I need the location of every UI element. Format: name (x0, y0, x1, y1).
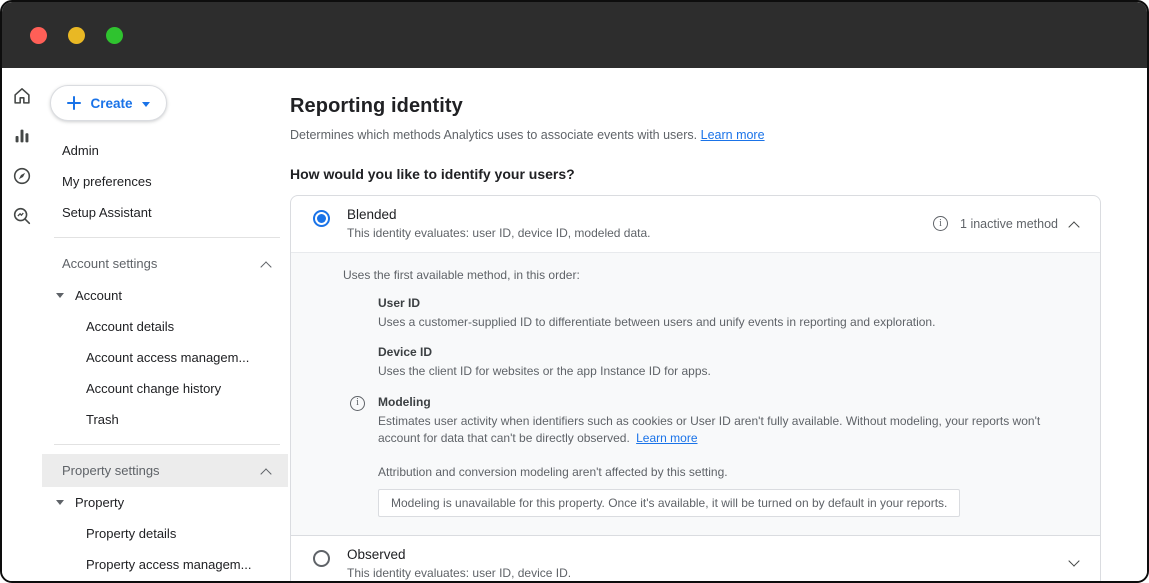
nav-rail (2, 68, 42, 583)
create-button-label: Create (90, 96, 132, 111)
section-header-property-settings[interactable]: Property settings (42, 454, 288, 487)
option-blended[interactable]: Blended This identity evaluates: user ID… (291, 196, 1100, 252)
app-window: Create Admin My preferences Setup Assist… (0, 0, 1149, 583)
reports-icon[interactable] (10, 124, 34, 148)
collapse-chevron-up-icon[interactable] (1068, 221, 1079, 232)
blended-radio[interactable] (313, 210, 330, 227)
sidebar-item-account-access-management[interactable]: Account access managem... (42, 342, 288, 373)
attribution-note: Attribution and conversion modeling aren… (378, 465, 1076, 479)
sidebar-item-account-change-history[interactable]: Account change history (42, 373, 288, 404)
divider (54, 444, 280, 445)
observed-text: Observed This identity evaluates: user I… (347, 547, 571, 580)
method-description: Estimates user activity when identifiers… (378, 413, 1076, 448)
window-titlebar (2, 2, 1147, 68)
info-icon[interactable] (933, 216, 948, 231)
chevron-up-icon (260, 261, 271, 272)
inactive-method-note: 1 inactive method (960, 217, 1058, 231)
modeling-unavailable-note: Modeling is unavailable for this propert… (378, 489, 960, 517)
expand-chevron-down-icon[interactable] (1068, 555, 1079, 566)
page-title: Reporting identity (290, 95, 1101, 118)
page-subtitle: Determines which methods Analytics uses … (290, 128, 1101, 142)
sidebar-item-property[interactable]: Property (42, 487, 288, 518)
caret-down-icon (142, 102, 150, 107)
divider (54, 237, 280, 238)
blended-text: Blended This identity evaluates: user ID… (347, 207, 651, 240)
observed-label: Observed (347, 547, 571, 562)
zoom-window-button[interactable] (106, 27, 123, 44)
create-button[interactable]: Create (50, 85, 167, 121)
account-label: Account (75, 288, 122, 303)
plus-icon (67, 96, 81, 110)
property-label: Property (75, 495, 124, 510)
method-description: Uses the client ID for websites or the a… (378, 363, 1076, 380)
window-controls (30, 27, 123, 44)
blended-description: This identity evaluates: user ID, device… (347, 226, 651, 240)
method-name: User ID (378, 296, 1076, 310)
method-user-id: User ID Uses a customer-supplied ID to d… (378, 296, 1076, 331)
identity-question: How would you like to identify your user… (290, 166, 1101, 182)
modeling-learn-more-link[interactable]: Learn more (636, 431, 697, 445)
subtitle-learn-more-link[interactable]: Learn more (701, 128, 765, 142)
admin-sidebar: Create Admin My preferences Setup Assist… (42, 68, 288, 583)
chevron-up-icon (260, 468, 271, 479)
sidebar-item-my-preferences[interactable]: My preferences (42, 166, 288, 197)
advertising-icon[interactable] (10, 204, 34, 228)
section-header-account-settings[interactable]: Account settings (42, 247, 288, 280)
sidebar-item-admin[interactable]: Admin (42, 135, 288, 166)
minimize-window-button[interactable] (68, 27, 85, 44)
home-icon[interactable] (10, 84, 34, 108)
blended-details: Uses the first available method, in this… (291, 252, 1100, 535)
sidebar-item-setup-assistant[interactable]: Setup Assistant (42, 197, 288, 228)
observed-right (1070, 559, 1078, 567)
sidebar-item-account-details[interactable]: Account details (42, 311, 288, 342)
explore-icon[interactable] (10, 164, 34, 188)
details-intro: Uses the first available method, in this… (343, 268, 1076, 282)
sidebar-item-account[interactable]: Account (42, 280, 288, 311)
observed-description: This identity evaluates: user ID, device… (347, 566, 571, 580)
close-window-button[interactable] (30, 27, 47, 44)
account-settings-label: Account settings (62, 256, 157, 271)
main-content: Reporting identity Determines which meth… (288, 68, 1147, 583)
method-modeling: Modeling Estimates user activity when id… (378, 395, 1076, 448)
blended-right: 1 inactive method (933, 216, 1078, 231)
expander-triangle-icon[interactable] (56, 293, 64, 298)
identity-options-card: Blended This identity evaluates: user ID… (290, 195, 1101, 583)
method-name: Modeling (378, 395, 1076, 409)
method-device-id: Device ID Uses the client ID for website… (378, 345, 1076, 380)
expander-triangle-icon[interactable] (56, 500, 64, 505)
method-name: Device ID (378, 345, 1076, 359)
app-body: Create Admin My preferences Setup Assist… (2, 68, 1147, 583)
property-settings-label: Property settings (62, 463, 160, 478)
sidebar-item-property-details[interactable]: Property details (42, 518, 288, 549)
method-description: Uses a customer-supplied ID to different… (378, 314, 1076, 331)
sidebar-item-property-access-management[interactable]: Property access managem... (42, 549, 288, 580)
info-icon[interactable] (350, 396, 365, 411)
sidebar-item-trash[interactable]: Trash (42, 404, 288, 435)
option-observed[interactable]: Observed This identity evaluates: user I… (291, 535, 1100, 583)
blended-label: Blended (347, 207, 651, 222)
observed-radio[interactable] (313, 550, 330, 567)
